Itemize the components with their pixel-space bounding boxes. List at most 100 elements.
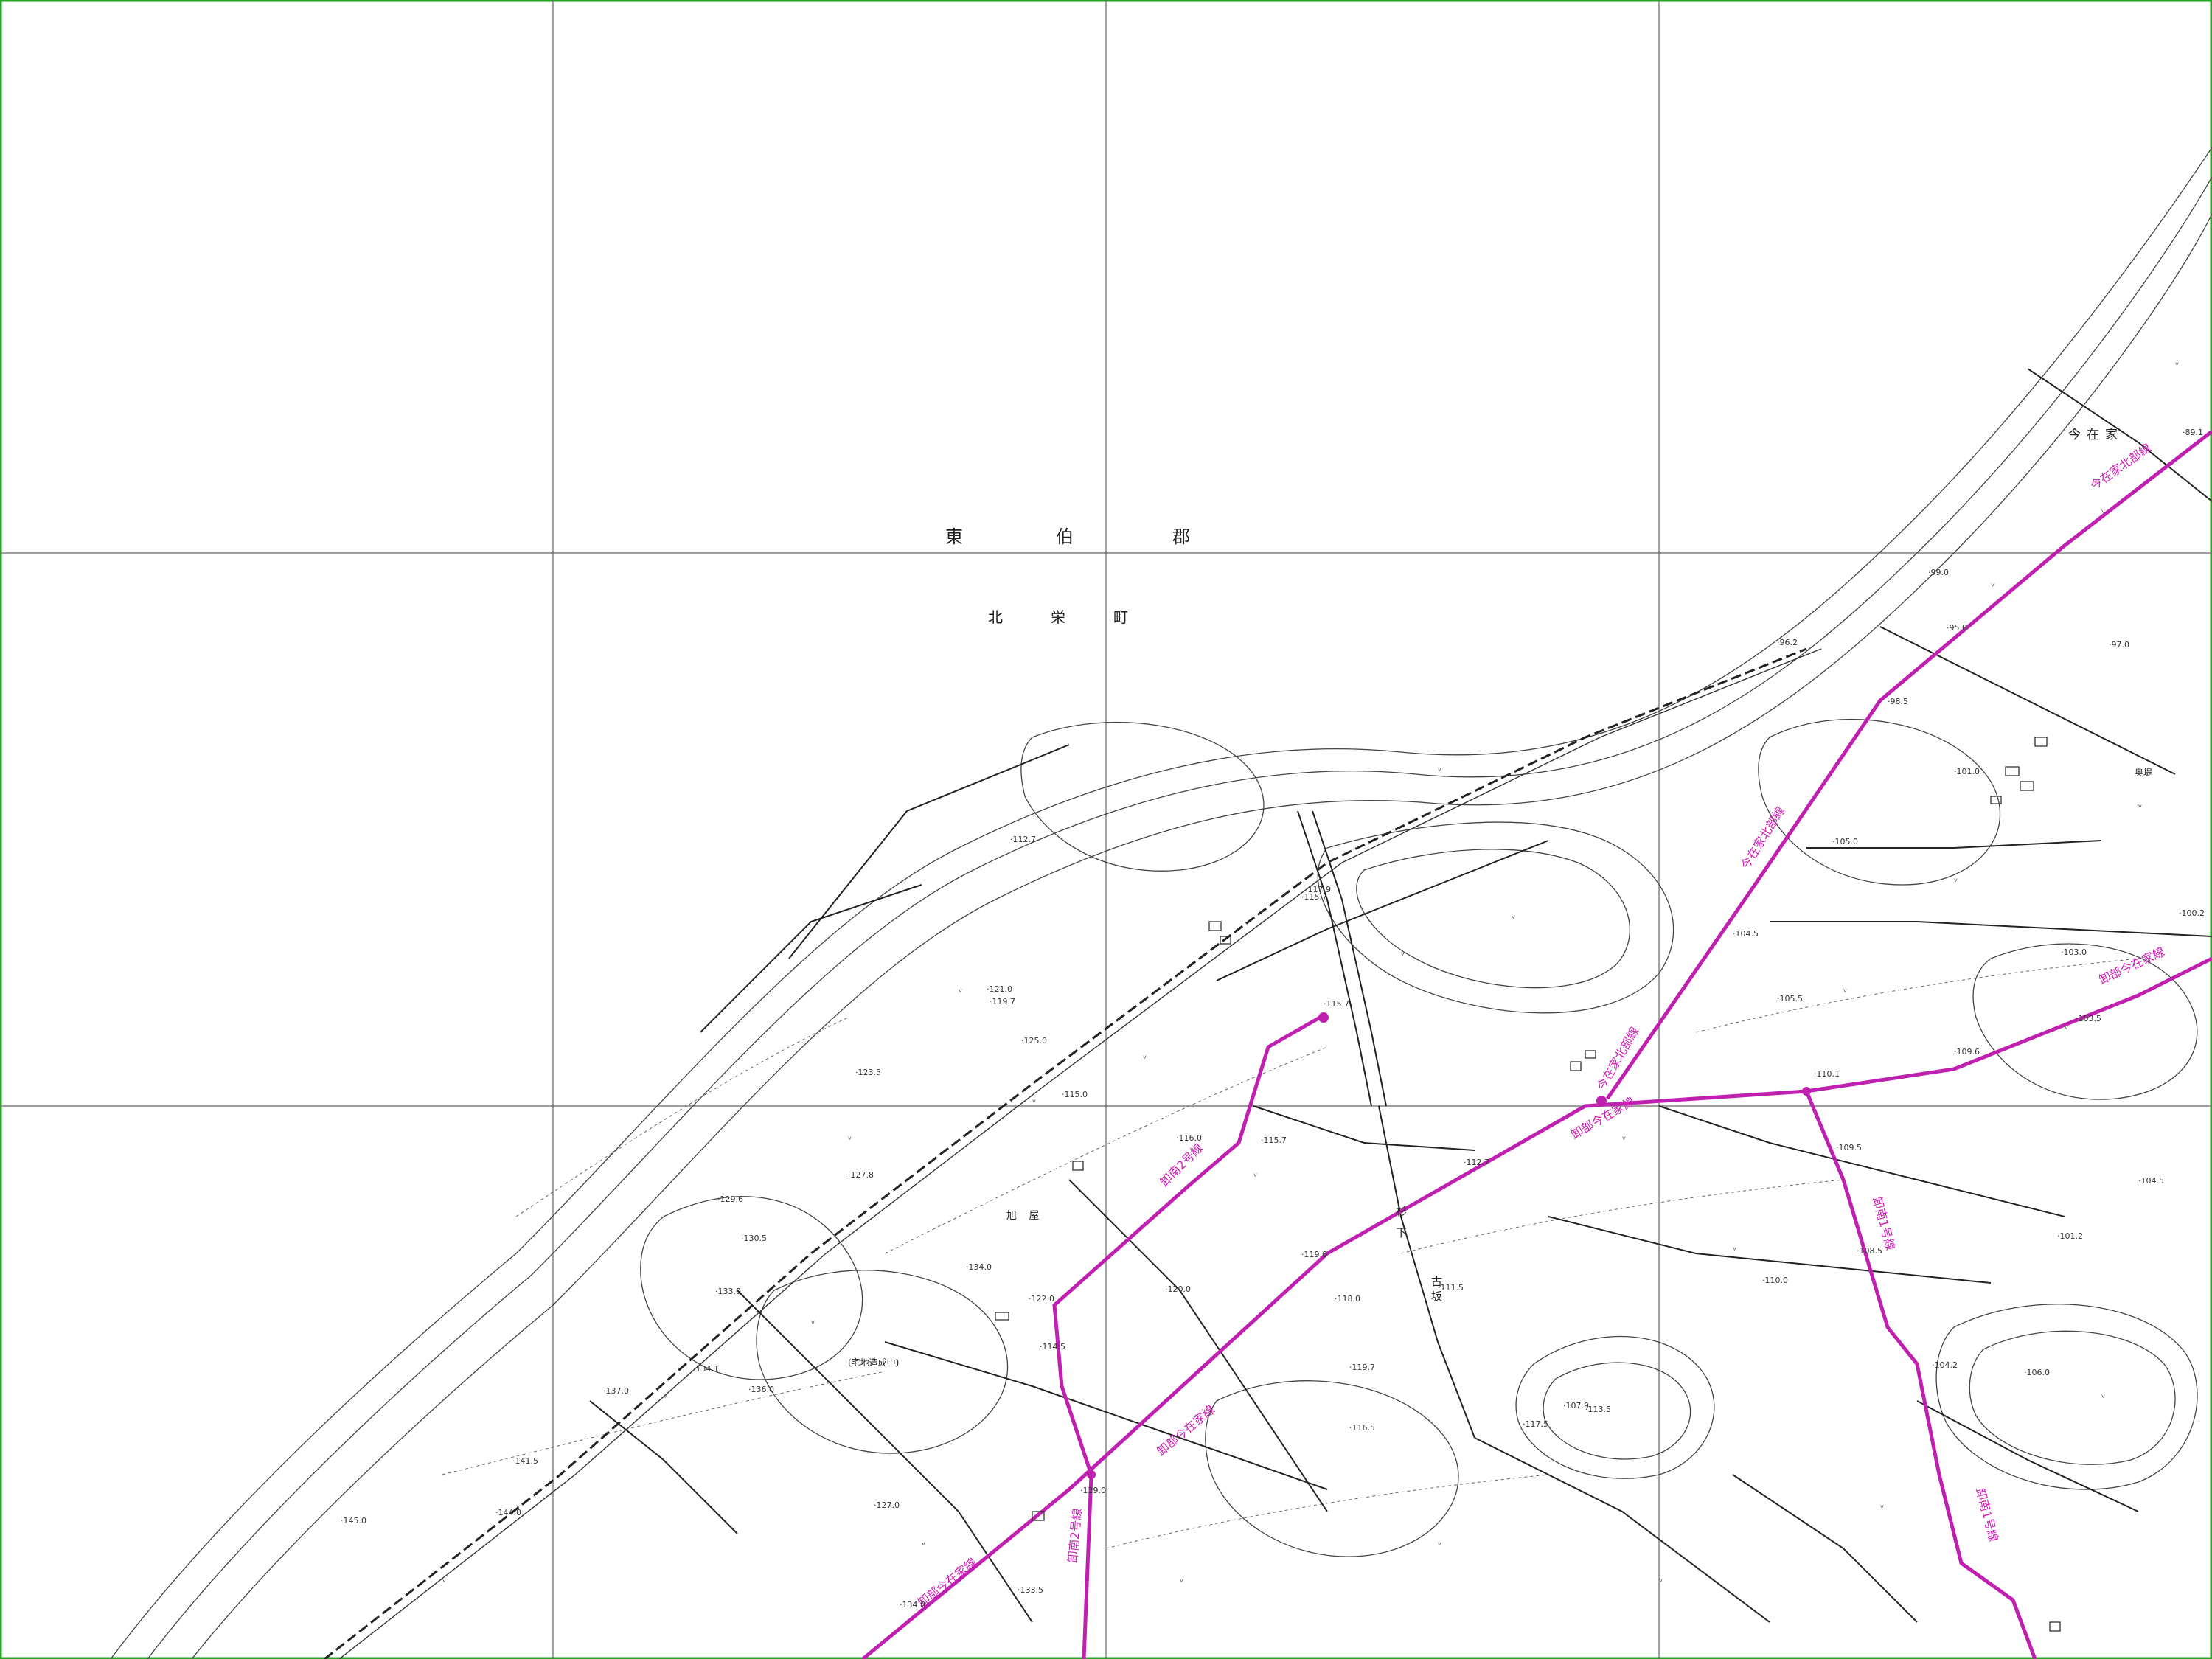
topographic-map: ᵛᵛᵛ ᵛᵛᵛ ᵛᵛᵛ ᵛᵛᵛ ᵛᵛᵛ ᵛᵛᵛ ᵛᵛᵛ ᵛᵛᵛ ᵛᵛᵛ 東 伯 … (0, 0, 2212, 1659)
spot-height-label: ·115.7 (1324, 999, 1349, 1009)
spot-height-label: ·116.0 (1176, 1133, 1202, 1143)
spot-height-label: ·127.0 (874, 1500, 900, 1510)
svg-text:ᵛ: ᵛ (1032, 1098, 1036, 1109)
svg-text:ᵛ: ᵛ (1438, 1540, 1441, 1551)
spot-height-label: ·108.5 (1857, 1246, 1882, 1256)
spot-height-label: ·133.5 (1018, 1585, 1043, 1595)
spot-height-label: ·116.5 (1349, 1423, 1375, 1433)
svg-text:ᵛ: ᵛ (442, 1577, 446, 1588)
spot-height-label: ·105.5 (1777, 994, 1803, 1004)
district-char-1: 東 (945, 526, 963, 547)
svg-text:ᵛ: ᵛ (1512, 914, 1515, 925)
spot-height-label: ·119.7 (1349, 1363, 1375, 1372)
spot-height-label: ·106.0 (2024, 1368, 2050, 1377)
svg-text:ᵛ: ᵛ (2101, 1393, 2105, 1404)
spot-height-label: ·115.7 (1261, 1135, 1287, 1145)
spot-height-label: ·130.5 (741, 1234, 767, 1243)
svg-text:ᵛ: ᵛ (959, 987, 962, 998)
spot-height-label: ·129.6 (717, 1194, 743, 1204)
route-node (1087, 1470, 1096, 1479)
place-imazaike: 今在家 (2068, 428, 2124, 442)
svg-text:ᵛ: ᵛ (1659, 1577, 1663, 1588)
spot-height-label: ·104.5 (2138, 1176, 2164, 1186)
town-char-2: 栄 (1051, 608, 1065, 626)
spot-height-label: ·113.5 (1585, 1405, 1611, 1414)
spot-height-label: ·115.0 (1062, 1090, 1088, 1099)
svg-text:ᵛ: ᵛ (811, 1319, 815, 1330)
spot-height-label: ·89.1 (2183, 428, 2203, 437)
spot-height-label: ·97.0 (2109, 640, 2129, 650)
spot-height-label: ·114.5 (1040, 1342, 1065, 1352)
spot-height-label: ·137.0 (603, 1386, 629, 1396)
svg-text:ᵛ: ᵛ (1401, 950, 1405, 961)
spot-height-label: ·117.9 (1305, 885, 1331, 894)
spot-height-label: ·103.0 (2061, 947, 2087, 957)
spot-height-label: ·110.0 (1762, 1276, 1788, 1285)
construction-note: (宅地造成中) (848, 1357, 899, 1368)
spot-height-label: ·107.9 (1563, 1401, 1589, 1411)
spot-height-label: ·121.0 (987, 984, 1012, 994)
route-node (1802, 1087, 1811, 1096)
spot-height-label: ·120.0 (1165, 1284, 1191, 1294)
spot-height-label: ·134.8 (900, 1600, 925, 1610)
svg-text:ᵛ: ᵛ (922, 1540, 925, 1551)
district-char-2: 伯 (1056, 526, 1074, 547)
place-ibaragi: 奥堤 (2135, 768, 2152, 778)
svg-text:ᵛ: ᵛ (1622, 1135, 1626, 1146)
spot-height-label: ·144.0 (495, 1508, 521, 1517)
svg-text:ᵛ: ᵛ (1438, 766, 1441, 777)
spot-height-label: ·119.7 (990, 997, 1015, 1006)
spot-height-label: ·134.1 (693, 1364, 719, 1374)
district-char-3: 郡 (1172, 526, 1190, 547)
svg-text:ᵛ: ᵛ (664, 1393, 667, 1404)
route-node (1318, 1012, 1329, 1023)
spot-height-label: ·123.5 (855, 1068, 881, 1077)
spot-height-label: ·125.0 (1021, 1036, 1047, 1046)
spot-height-label: ·129.0 (1080, 1486, 1106, 1495)
svg-text:ᵛ: ᵛ (2065, 1024, 2068, 1035)
svg-text:ᵛ: ᵛ (1954, 877, 1958, 888)
spot-height-label: ·100.2 (2179, 908, 2205, 918)
spot-height-label: ·134.0 (966, 1262, 992, 1272)
svg-text:ᵛ: ᵛ (1180, 1577, 1183, 1588)
spot-height-label: ·145.0 (341, 1516, 366, 1526)
spot-height-label: ·133.0 (715, 1287, 741, 1296)
svg-text:ᵛ: ᵛ (1733, 1245, 1736, 1256)
spot-height-label: ·119.0 (1301, 1250, 1327, 1259)
svg-text:ᵛ: ᵛ (848, 1135, 852, 1146)
route-node (1596, 1096, 1607, 1106)
svg-text:ᵛ: ᵛ (1880, 1503, 1884, 1514)
spot-height-label: ·109.5 (1836, 1143, 1862, 1152)
spot-height-label: ·95.0 (1947, 623, 1967, 633)
spot-height-label: ·109.6 (1954, 1047, 1980, 1057)
spot-height-label: ·136.0 (748, 1385, 774, 1394)
spot-height-label: ·110.1 (1814, 1069, 1840, 1079)
spot-height-label: ·101.2 (2057, 1231, 2083, 1241)
town-char-3: 町 (1113, 608, 1128, 626)
spot-height-label: ·127.8 (848, 1170, 874, 1180)
town-char-1: 北 (988, 608, 1003, 626)
svg-text:ᵛ: ᵛ (1843, 987, 1847, 998)
spot-height-label: ·101.0 (1954, 767, 1980, 776)
spot-height-label: ·112.7 (1464, 1158, 1489, 1167)
svg-text:ᵛ: ᵛ (2101, 508, 2105, 519)
svg-text:ᵛ: ᵛ (1253, 1172, 1257, 1183)
svg-text:ᵛ: ᵛ (1991, 582, 1994, 593)
svg-text:ᵛ: ᵛ (1143, 1054, 1147, 1065)
spot-height-label: ·98.5 (1888, 697, 1908, 706)
spot-height-label: ·103.5 (2076, 1014, 2101, 1023)
spot-height-label: ·99.0 (1928, 568, 1949, 577)
spot-height-label: ·117.5 (1523, 1419, 1548, 1429)
svg-text:ᵛ: ᵛ (2138, 803, 2142, 814)
place-sugishita: 杉下 (1394, 1206, 1408, 1248)
spot-height-label: ·122.0 (1029, 1294, 1054, 1304)
spot-height-label: ·104.5 (1733, 929, 1759, 939)
svg-text:ᵛ: ᵛ (2175, 361, 2179, 372)
place-asahi: 旭 屋 (1006, 1210, 1043, 1222)
spot-height-label: ·118.0 (1335, 1294, 1360, 1304)
spot-height-label: ·104.2 (1932, 1360, 1958, 1370)
spot-height-label: ·141.5 (512, 1456, 538, 1466)
spot-height-label: ·96.2 (1777, 638, 1798, 647)
spot-height-label: ·105.0 (1832, 837, 1858, 846)
spot-height-label: ·111.5 (1438, 1283, 1464, 1293)
